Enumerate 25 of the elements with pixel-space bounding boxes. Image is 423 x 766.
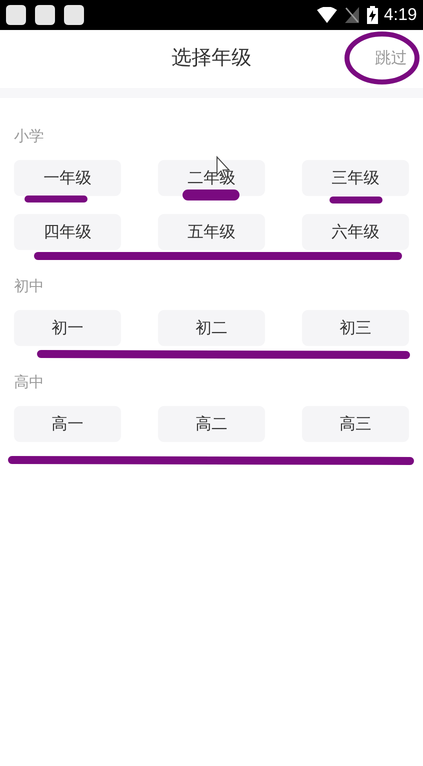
- section-label: 小学: [14, 126, 44, 146]
- grade-button[interactable]: 高二: [158, 406, 265, 442]
- wifi-icon: [316, 7, 337, 23]
- grade-button[interactable]: 六年级: [302, 214, 409, 250]
- section-label: 初中: [14, 276, 44, 296]
- grade-button[interactable]: 高三: [302, 406, 409, 442]
- highlight-stroke: [182, 190, 240, 200]
- clock-time: 4:19: [384, 5, 417, 25]
- grade-button[interactable]: 初一: [14, 310, 121, 346]
- grade-button[interactable]: 初二: [158, 310, 265, 346]
- notification-icon: [35, 5, 55, 25]
- page-title: 选择年级: [172, 44, 252, 71]
- notification-icon: [6, 5, 26, 25]
- no-signal-icon: [344, 7, 359, 23]
- grade-button[interactable]: 四年级: [14, 214, 121, 250]
- grade-button[interactable]: 高一: [14, 406, 121, 442]
- grade-button[interactable]: 初三: [302, 310, 409, 346]
- battery-charging-icon: [366, 6, 378, 24]
- grade-button[interactable]: 五年级: [158, 214, 265, 250]
- notification-icon: [64, 5, 84, 25]
- section-label: 高中: [14, 372, 44, 392]
- grade-button[interactable]: 三年级: [302, 160, 409, 196]
- grade-button[interactable]: 一年级: [14, 160, 121, 196]
- highlight-stroke: [24, 196, 88, 202]
- highlight-stroke: [330, 196, 382, 204]
